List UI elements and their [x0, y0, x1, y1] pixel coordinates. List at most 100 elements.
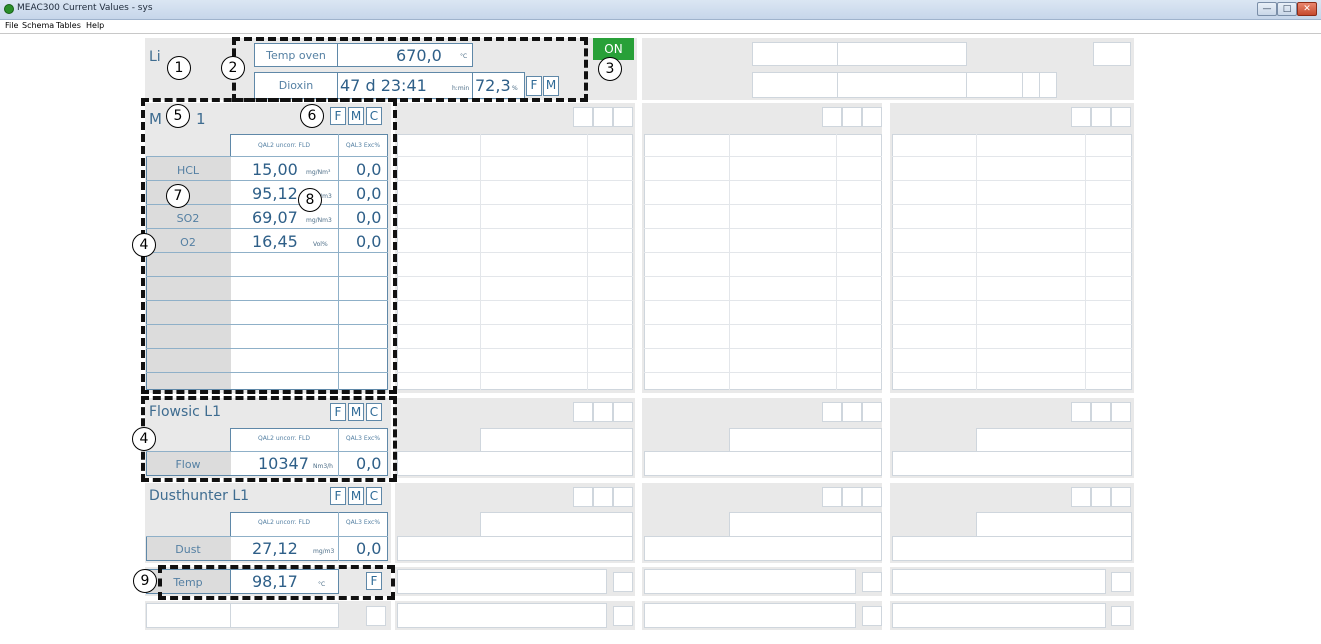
row-line [397, 324, 633, 325]
menu-file[interactable]: File [5, 21, 18, 30]
row-line [644, 300, 882, 301]
placeholder-box [1093, 42, 1131, 66]
placeholder-box [1111, 402, 1131, 422]
callout-8: 8 [298, 188, 322, 212]
placeholder-box [837, 72, 967, 98]
row-line [397, 276, 633, 277]
placeholder-box [966, 72, 1023, 98]
menu-schema[interactable]: Schema [22, 21, 54, 30]
placeholder-box [593, 487, 613, 507]
callout-1: 1 [167, 56, 191, 80]
row-line [892, 228, 1132, 229]
placeholder-box [862, 606, 882, 626]
annotation-box-2 [232, 37, 588, 102]
placeholder-box [752, 72, 838, 98]
placeholder-box [573, 107, 593, 127]
placeholder-box [1111, 107, 1131, 127]
placeholder-box [593, 107, 613, 127]
dusthunter-qal2-header: QAL2 uncorr. FLD [258, 519, 310, 526]
callout-7: 7 [166, 184, 190, 208]
placeholder-box [1091, 402, 1111, 422]
callout-5: 5 [166, 104, 190, 128]
dusthunter-flag-f[interactable]: F [330, 487, 346, 505]
menu-help[interactable]: Help [86, 21, 104, 30]
placeholder-box [842, 487, 862, 507]
placeholder-box [613, 107, 633, 127]
placeholder-box [230, 603, 339, 628]
placeholder-box [366, 606, 386, 626]
title-bar: MEAC300 Current Values - sys — □ ✕ [0, 0, 1321, 20]
close-button[interactable]: ✕ [1297, 2, 1317, 16]
placeholder-grid [644, 134, 882, 390]
dusthunter-flag-c[interactable]: C [366, 487, 382, 505]
placeholder-box [842, 402, 862, 422]
row-line [146, 536, 388, 537]
menu-bar: File Schema Tables Help [0, 20, 1321, 32]
placeholder-box [976, 428, 1132, 452]
row-line [892, 276, 1132, 277]
menu-tables[interactable]: Tables [56, 21, 81, 30]
placeholder-box [822, 402, 842, 422]
placeholder-box [644, 569, 856, 594]
row-line [644, 324, 882, 325]
placeholder-box [1111, 572, 1131, 592]
grid-divider [587, 134, 588, 390]
row-line [397, 372, 633, 373]
grid-divider [1085, 134, 1086, 390]
placeholder-box [644, 451, 882, 476]
minimize-button[interactable]: — [1257, 2, 1277, 16]
placeholder-box [1071, 402, 1091, 422]
callout-6: 6 [300, 104, 324, 128]
placeholder-box [613, 402, 633, 422]
maximize-button[interactable]: □ [1277, 2, 1297, 16]
row-line [892, 252, 1132, 253]
row-line [397, 204, 633, 205]
row-line [644, 204, 882, 205]
dusthunter-flag-m[interactable]: M [348, 487, 364, 505]
placeholder-box [892, 536, 1132, 561]
dusthunter-row-unit: mg/m3 [313, 548, 335, 555]
placeholder-box [480, 428, 633, 452]
placeholder-box [862, 107, 882, 127]
placeholder-box [573, 487, 593, 507]
placeholder-box [1071, 107, 1091, 127]
row-line [892, 324, 1132, 325]
row-line [397, 300, 633, 301]
row-line [644, 252, 882, 253]
callout-4: 4 [132, 233, 156, 257]
row-line [892, 156, 1132, 157]
placeholder-box [822, 487, 842, 507]
dusthunter-qal3-header: QAL3 Exc% [345, 519, 381, 526]
row-line [397, 252, 633, 253]
grid-divider [836, 134, 837, 390]
annotation-box-4 [141, 98, 397, 394]
window-title: MEAC300 Current Values - sys [17, 3, 153, 13]
placeholder-box [613, 572, 633, 592]
annotation-box-4b [141, 396, 397, 482]
dusthunter-row-exc: 0,0 [356, 539, 382, 558]
placeholder-box [752, 42, 838, 66]
grid-divider [480, 134, 481, 390]
row-line [397, 228, 633, 229]
placeholder-box [1111, 606, 1131, 626]
placeholder-box [842, 107, 862, 127]
placeholder-box [397, 451, 633, 476]
dusthunter-title: Dusthunter L1 [149, 488, 250, 504]
placeholder-box [862, 487, 882, 507]
placeholder-box [644, 603, 856, 628]
dusthunter-row-name: Dust [175, 543, 201, 556]
placeholder-box [862, 402, 882, 422]
placeholder-box [146, 603, 231, 628]
placeholder-box [822, 107, 842, 127]
row-line [644, 228, 882, 229]
placeholder-box [1039, 72, 1057, 98]
placeholder-box [729, 428, 882, 452]
dusthunter-row-value: 27,12 [252, 539, 298, 558]
placeholder-box [1111, 487, 1131, 507]
placeholder-box [613, 606, 633, 626]
placeholder-box [1091, 487, 1111, 507]
placeholder-grid [892, 134, 1132, 390]
placeholder-box [1091, 107, 1111, 127]
line-title: Li [149, 49, 161, 65]
placeholder-box [892, 603, 1106, 628]
